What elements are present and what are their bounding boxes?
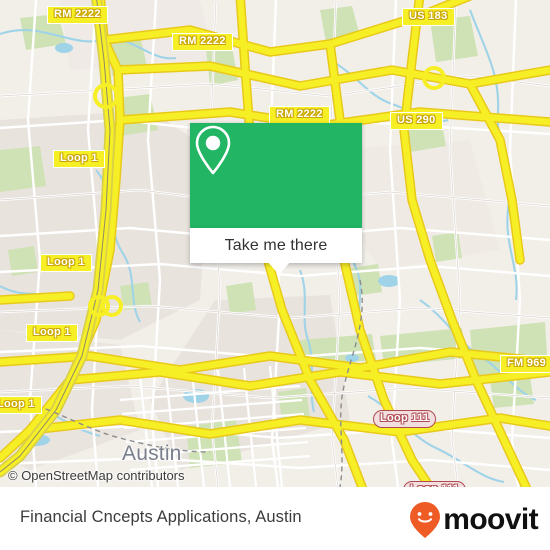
map-shield-loop1-3: Loop 1 (26, 324, 78, 342)
map-shield-loop1-4: Loop 1 (0, 396, 42, 414)
moovit-smiley-pin-icon (410, 502, 441, 538)
place-callout-card[interactable]: Take me there (190, 123, 362, 275)
map-shield-us183: US 183 (402, 8, 455, 26)
map-attribution: © OpenStreetMap contributors (8, 468, 185, 483)
moovit-wordmark: moovit (443, 503, 538, 536)
map-shield-loop1-1: Loop 1 (53, 150, 105, 168)
take-me-there-label: Take me there (224, 236, 328, 254)
footer-bar: Financial Cncepts Applications, Austin m… (0, 487, 550, 550)
take-me-there-button[interactable]: Take me there (190, 228, 362, 275)
map-shield-loop1-2: Loop 1 (40, 254, 92, 272)
map-shield-rm2222-1: RM 2222 (47, 6, 108, 24)
map-pin-icon (195, 125, 231, 175)
map-city-label: Austin (122, 442, 182, 465)
callout-image-area (190, 123, 362, 228)
map-shield-rm2222-3: RM 2222 (269, 106, 330, 124)
map-shield-fm969: FM 969 (500, 355, 550, 373)
moovit-logo[interactable]: moovit (408, 501, 539, 539)
map-shield-rm2222-2: RM 2222 (172, 33, 233, 51)
map-shield-loop111-1: Loop 111 (373, 410, 437, 428)
place-title: Financial Cncepts Applications, Austin (20, 508, 302, 526)
map-canvas[interactable]: RM 2222 RM 2222 US 183 RM 2222 US 290 Lo… (0, 0, 550, 487)
map-shield-us290: US 290 (390, 112, 443, 130)
callout-pointer (268, 262, 290, 275)
moovit-map-screenshot: RM 2222 RM 2222 US 183 RM 2222 US 290 Lo… (0, 0, 550, 550)
